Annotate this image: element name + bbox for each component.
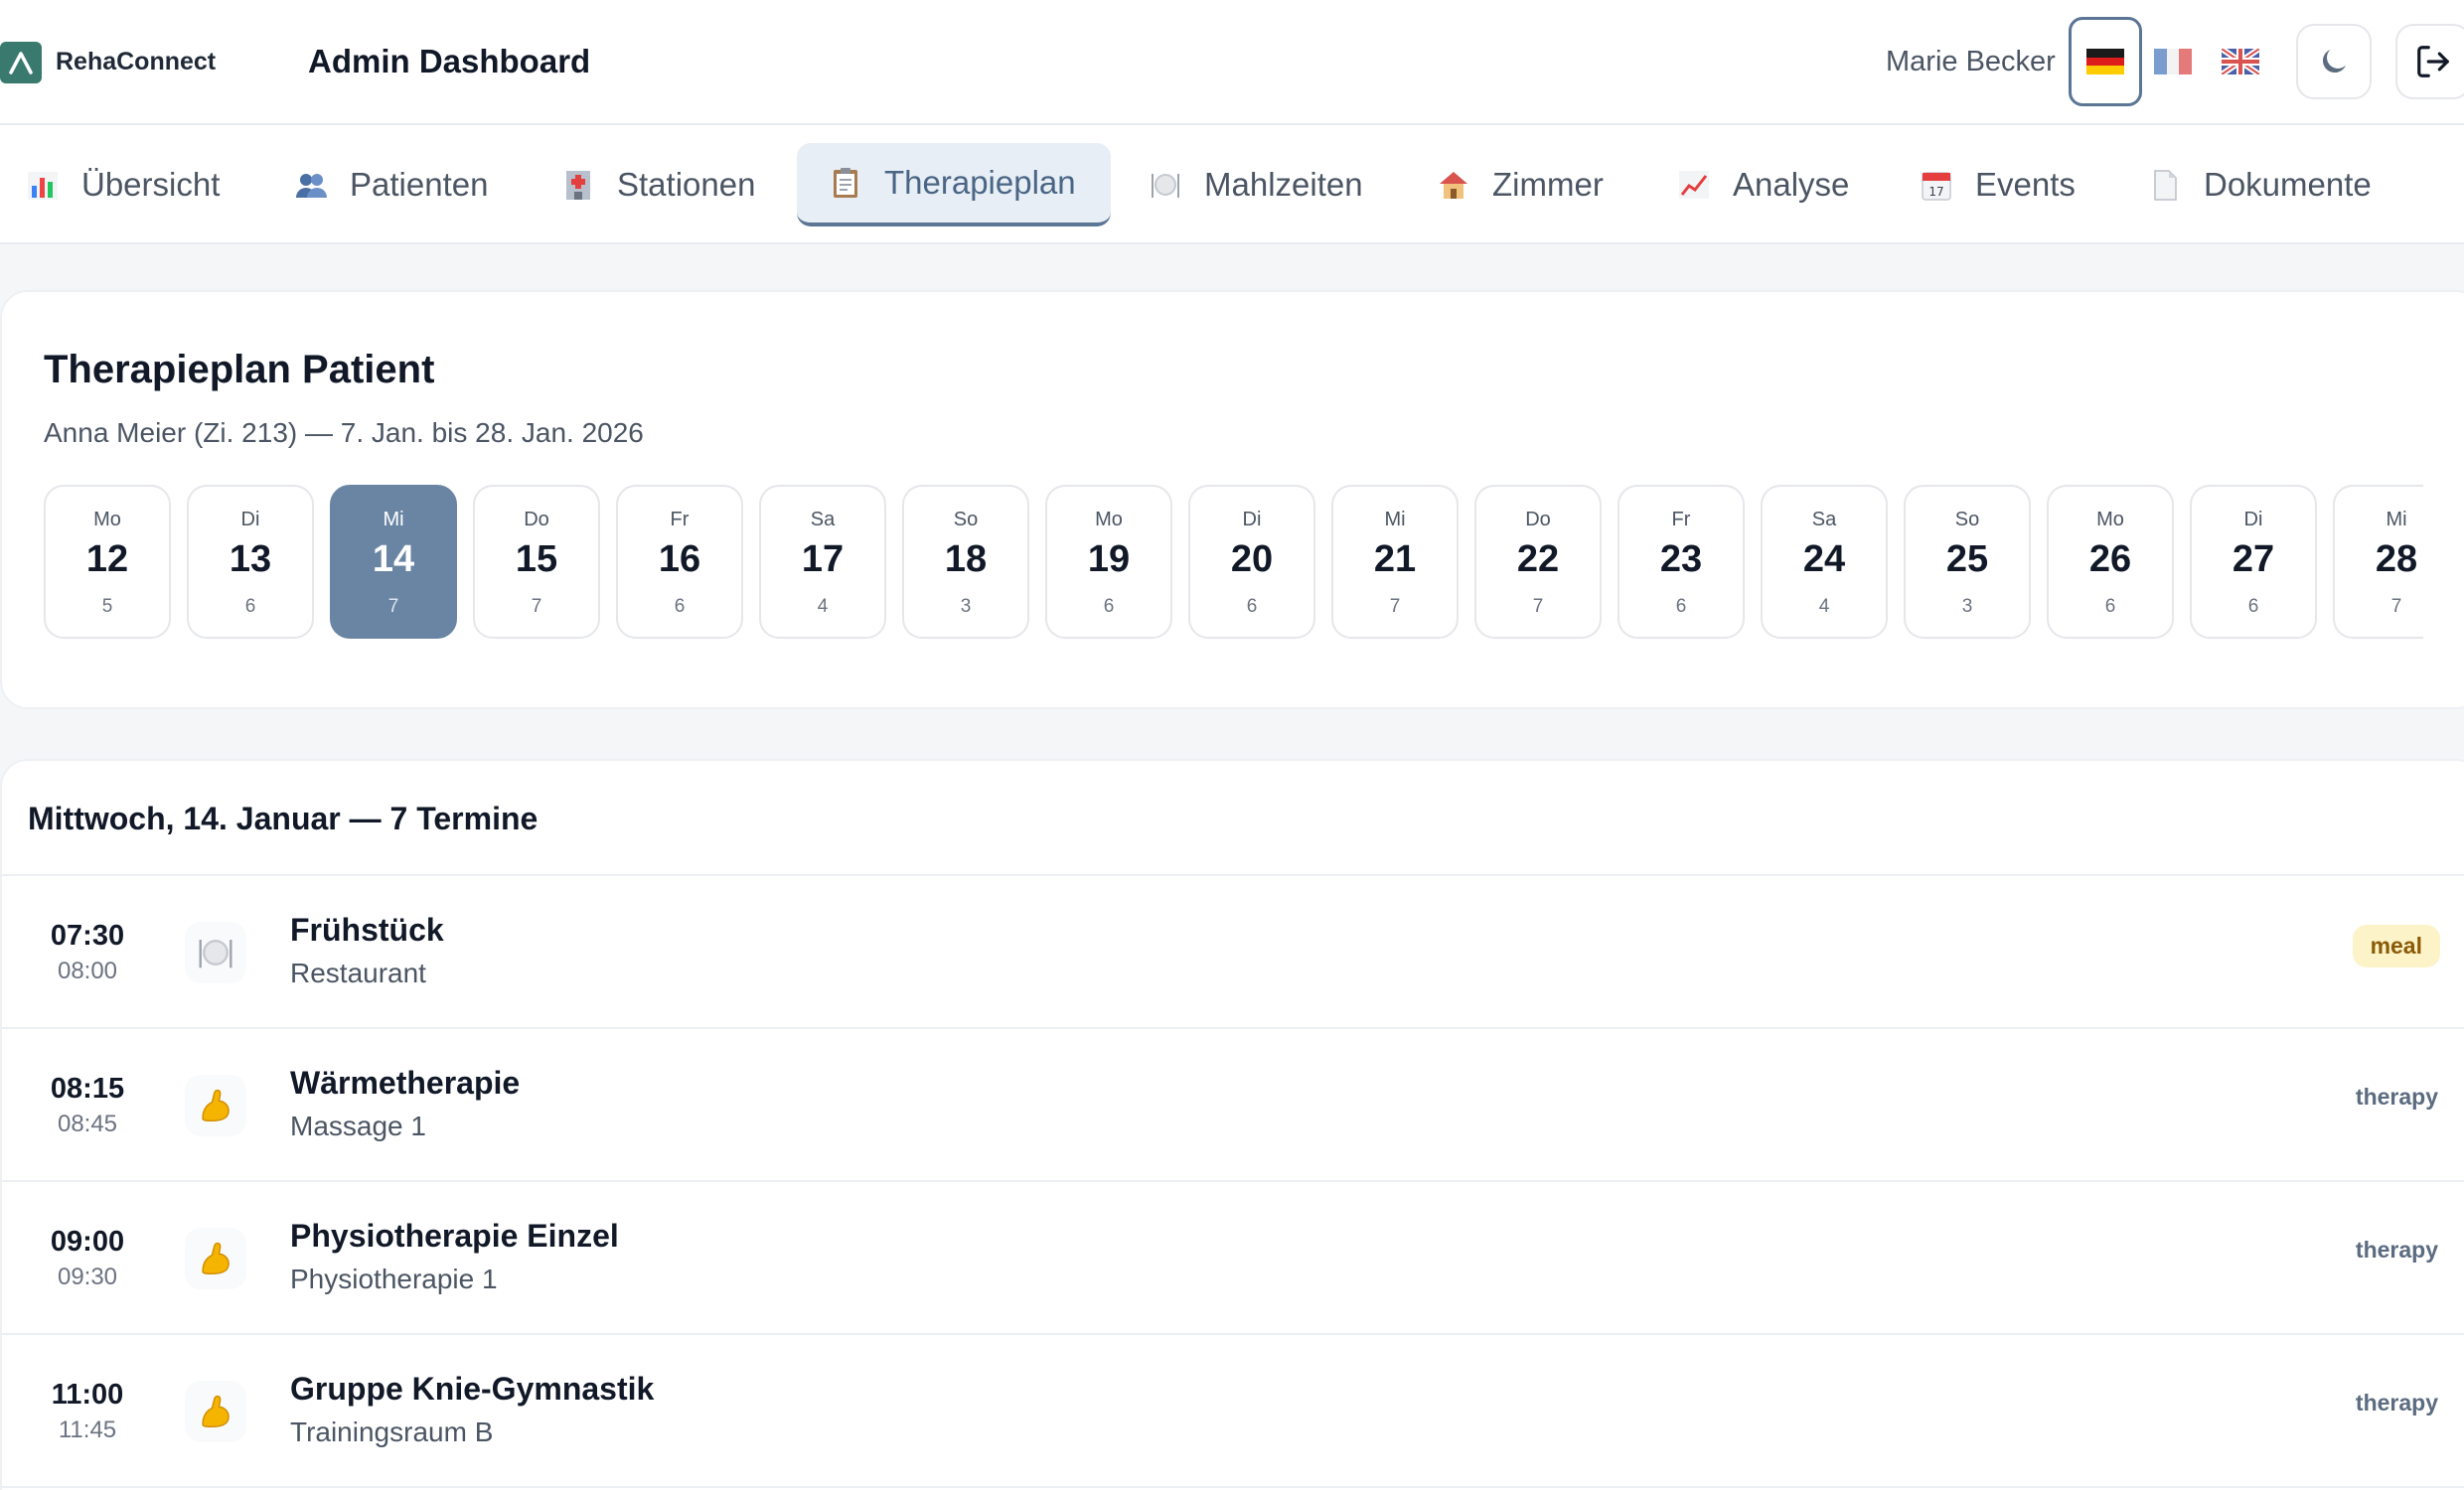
day-button[interactable]: Mi 28 7	[2333, 485, 2423, 639]
tab-label: Stationen	[617, 166, 756, 203]
plan-subtitle: Anna Meier (Zi. 213) — 7. Jan. bis 28. J…	[44, 417, 644, 448]
uk-flag-icon	[2222, 49, 2259, 74]
day-button[interactable]: Mo 26 6	[2047, 485, 2174, 639]
type-badge: therapy	[2355, 1390, 2438, 1416]
flexed-arm-icon	[185, 1228, 246, 1289]
tab-label: Dokumente	[2204, 166, 2372, 203]
bar-chart-icon	[28, 172, 58, 200]
tab-events[interactable]: 17 Events	[1920, 143, 2076, 226]
tab-label: Übersicht	[81, 166, 221, 203]
day-button[interactable]: Mi 21 7	[1331, 485, 1459, 639]
german-flag-icon	[2086, 49, 2124, 74]
user-name: Marie Becker	[1886, 46, 2056, 77]
calendar-icon: 17	[1922, 172, 1951, 201]
appointment-title: Wärmetherapie	[290, 1065, 521, 1101]
tab-label: Mahlzeiten	[1204, 166, 1363, 203]
end-time: 09:30	[57, 1264, 118, 1290]
top-header: RehaConnect Admin Dashboard Marie Becker	[0, 0, 2464, 125]
day-button[interactable]: Mo 12 5	[44, 485, 171, 639]
tab-mahlzeiten[interactable]: Mahlzeiten	[1149, 143, 1363, 226]
appointment-location: Massage 1	[290, 1111, 426, 1141]
appointment-location: Physiotherapie 1	[290, 1264, 498, 1294]
end-time: 08:00	[57, 958, 118, 984]
appointment-row[interactable]: 08:15 08:45 Wärmetherapie Massage 1 ther…	[2, 1029, 2464, 1180]
start-time: 08:15	[50, 1073, 125, 1105]
document-icon	[2154, 170, 2177, 201]
language-de-button[interactable]	[2069, 17, 2142, 106]
appointment-location: Trainingsraum B	[290, 1416, 494, 1447]
house-icon	[1440, 172, 1467, 199]
flexed-arm-icon	[185, 1075, 246, 1136]
type-badge: therapy	[2355, 1237, 2438, 1263]
users-icon	[296, 174, 327, 198]
end-time: 11:45	[58, 1416, 117, 1443]
therapy-plan-card: Therapieplan Patient Anna Meier (Zi. 213…	[0, 290, 2464, 709]
day-button[interactable]: Do 22 7	[1474, 485, 1602, 639]
french-flag-icon	[2154, 49, 2192, 74]
appointment-location: Restaurant	[290, 958, 426, 988]
start-time: 09:00	[50, 1226, 125, 1258]
line-chart-icon	[1679, 171, 1709, 199]
type-badge: therapy	[2355, 1084, 2438, 1110]
page-title: Admin Dashboard	[308, 43, 591, 79]
tab-dokumente[interactable]: Dokumente	[2148, 143, 2372, 226]
tab-label: Therapieplan	[884, 164, 1076, 201]
day-button[interactable]: So 18 3	[902, 485, 1029, 639]
day-button[interactable]: So 25 3	[1904, 485, 2031, 639]
appointment-title: Frühstück	[290, 912, 444, 948]
day-button[interactable]: Fr 23 6	[1617, 485, 1745, 639]
plate-icon	[1152, 174, 1179, 198]
hospital-icon	[566, 171, 590, 200]
appointment-title: Physiotherapie Einzel	[290, 1218, 619, 1254]
svg-text:17: 17	[1928, 185, 1943, 199]
appointment-row[interactable]: 11:00 11:45 Gruppe Knie-Gymnastik Traini…	[2, 1335, 2464, 1486]
start-time: 07:30	[50, 920, 125, 952]
day-button[interactable]: Do 15 7	[473, 485, 600, 639]
tab-label: Zimmer	[1492, 166, 1604, 203]
day-button[interactable]: Mo 19 6	[1045, 485, 1172, 639]
day-schedule-card: Mittwoch, 14. Januar — 7 Termine 07:30 0…	[0, 759, 2464, 1490]
tab-stationen[interactable]: Stationen	[561, 143, 755, 226]
clipboard-icon	[834, 168, 857, 198]
day-button[interactable]: Sa 24 4	[1761, 485, 1888, 639]
logout-icon	[2417, 46, 2449, 77]
day-button[interactable]: Di 20 6	[1188, 485, 1315, 639]
tab-label: Events	[1975, 166, 2076, 203]
tab-patienten[interactable]: Patienten	[294, 143, 488, 226]
start-time: 11:00	[51, 1379, 124, 1411]
language-fr-button[interactable]	[2136, 17, 2210, 106]
tab-uebersicht[interactable]: Übersicht	[26, 143, 220, 226]
dark-mode-toggle[interactable]	[2296, 24, 2372, 99]
plate-icon	[185, 922, 246, 983]
schedule-heading: Mittwoch, 14. Januar — 7 Termine	[28, 801, 539, 836]
day-button-selected[interactable]: Mi 14 7	[330, 485, 457, 639]
main-nav-tabs: Übersicht Patienten Stationen Therapiepl…	[0, 125, 2464, 244]
day-button[interactable]: Fr 16 6	[616, 485, 743, 639]
appointment-title: Gruppe Knie-Gymnastik	[290, 1371, 655, 1407]
tab-zimmer[interactable]: Zimmer	[1437, 143, 1604, 226]
tab-therapieplan[interactable]: Therapieplan	[797, 143, 1111, 226]
brand-name: RehaConnect	[56, 48, 217, 75]
language-en-button[interactable]	[2204, 17, 2277, 106]
type-badge: meal	[2352, 925, 2440, 968]
tab-label: Analyse	[1733, 166, 1850, 203]
tab-label: Patienten	[350, 166, 489, 203]
logout-button[interactable]	[2395, 24, 2464, 99]
plan-title: Therapieplan Patient	[44, 348, 435, 391]
day-button[interactable]: Di 13 6	[187, 485, 314, 639]
logo-icon	[0, 42, 42, 83]
day-button[interactable]: Sa 17 4	[759, 485, 886, 639]
appointment-row[interactable]: 07:30 08:00 Frühstück Restaurant meal	[2, 876, 2464, 1027]
tab-analyse[interactable]: Analyse	[1677, 143, 1849, 226]
divider	[2, 1486, 2464, 1488]
moon-icon	[2322, 50, 2346, 74]
day-button[interactable]: Di 27 6	[2190, 485, 2317, 639]
flexed-arm-icon	[185, 1381, 246, 1442]
day-selector: Mo 12 5 Di 13 6 Mi 14 7 Do 15 7 Fr 16 6 …	[44, 485, 2423, 644]
end-time: 08:45	[57, 1111, 118, 1137]
appointment-row[interactable]: 09:00 09:30 Physiotherapie Einzel Physio…	[2, 1182, 2464, 1333]
